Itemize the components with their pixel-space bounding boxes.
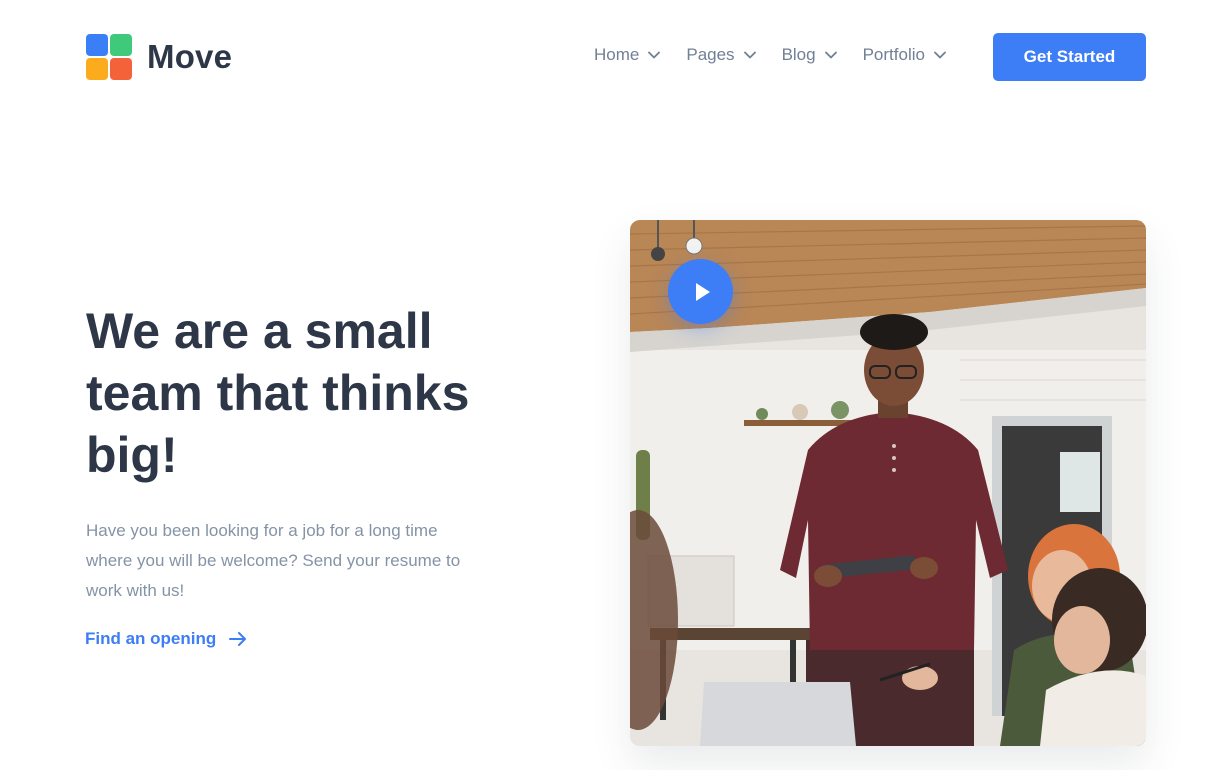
hero-description: Have you been looking for a job for a lo… [86, 521, 461, 600]
hero-title: We are a small team that thinks big! [86, 303, 470, 483]
chevron-down-icon [648, 51, 661, 59]
find-opening-link[interactable]: Find an opening [85, 629, 248, 649]
brand-logo[interactable]: Move [86, 34, 232, 80]
chevron-down-icon [934, 51, 946, 59]
nav-item-label: Portfolio [862, 45, 925, 64]
logo-icon [86, 34, 132, 80]
play-video-button[interactable] [668, 259, 733, 324]
arrow-right-icon [228, 631, 248, 647]
nav-item-pages[interactable]: Pages [686, 44, 756, 66]
site-header: Move Home Pages Blog Portfolio Get Start… [0, 0, 1232, 112]
find-opening-label: Find an opening [85, 629, 217, 648]
logo-square-yellow [86, 58, 108, 80]
chevron-down-icon [824, 51, 837, 59]
logo-square-blue [86, 34, 108, 56]
nav-item-blog[interactable]: Blog [782, 44, 837, 66]
get-started-button[interactable]: Get Started [993, 33, 1146, 81]
play-icon [695, 282, 710, 301]
hero-video-thumbnail[interactable] [630, 220, 1146, 746]
chevron-down-icon [743, 51, 756, 59]
nav-item-label: Blog [781, 45, 816, 64]
brand-name: Move [147, 38, 233, 75]
main-nav: Home Pages Blog Portfolio [594, 44, 972, 66]
nav-item-portfolio[interactable]: Portfolio [863, 44, 946, 66]
logo-square-green [110, 34, 132, 56]
nav-item-home[interactable]: Home [594, 44, 661, 66]
logo-square-orange [110, 58, 132, 80]
nav-item-label: Home [594, 45, 640, 64]
nav-item-label: Pages [686, 45, 735, 64]
